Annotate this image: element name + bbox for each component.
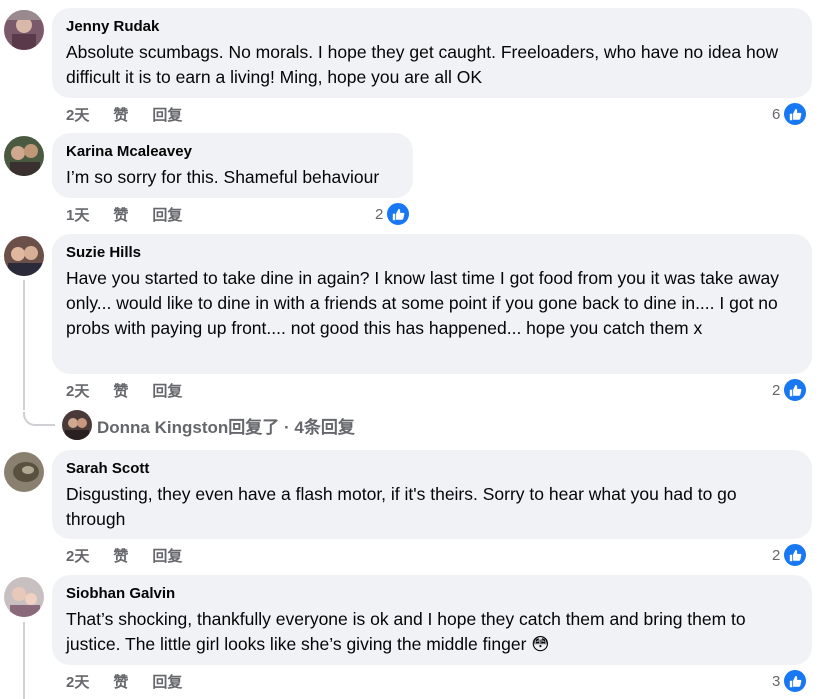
replies-summary-text: Donna Kingston回复了 · 4条回复	[97, 417, 355, 437]
comment-text: I’m so sorry for this. Shameful behaviou…	[66, 167, 380, 187]
thread-connector	[23, 412, 55, 426]
thread-line	[23, 280, 25, 410]
reaction-count[interactable]: 6	[772, 101, 809, 127]
commenter-name[interactable]: Karina Mcaleavey	[66, 143, 399, 161]
timestamp[interactable]: 2天	[66, 545, 89, 566]
reply-button[interactable]: 回复	[152, 380, 182, 401]
like-button[interactable]: 赞	[113, 380, 128, 401]
comment-actions: 2天 赞 回复	[66, 379, 206, 401]
comment-actions: 1天 赞 回复	[66, 203, 206, 225]
comment-text: Have you started to take dine in again? …	[66, 268, 780, 338]
comment-actions: 2天 赞 回复	[66, 544, 206, 566]
reply-button[interactable]: 回复	[152, 204, 182, 225]
comment-actions: 2天 赞 回复	[66, 670, 206, 692]
avatar-donna-kingston	[62, 410, 92, 440]
comment-text: Absolute scumbags. No morals. I hope the…	[66, 42, 779, 87]
thumbs-up-icon	[782, 377, 809, 403]
timestamp[interactable]: 2天	[66, 671, 89, 692]
avatar-siobhan-galvin[interactable]	[4, 577, 44, 617]
thumbs-up-icon	[385, 201, 412, 227]
reaction-count[interactable]: 2	[375, 201, 412, 227]
reaction-number: 2	[375, 205, 384, 223]
reaction-count[interactable]: 2	[772, 377, 809, 403]
comment-bubble: Suzie Hills Have you started to take din…	[52, 234, 812, 374]
timestamp[interactable]: 2天	[66, 104, 89, 125]
reaction-number: 2	[772, 546, 781, 564]
comment-bubble: Siobhan Galvin That’s shocking, thankful…	[52, 575, 812, 665]
timestamp[interactable]: 1天	[66, 204, 89, 225]
thread-line	[23, 622, 25, 699]
avatar-sarah-scott[interactable]	[4, 452, 44, 492]
thumbs-up-icon	[782, 101, 809, 127]
avatar-karina-mcaleavey[interactable]	[4, 136, 44, 176]
reply-button[interactable]: 回复	[152, 671, 182, 692]
reaction-number: 6	[772, 105, 781, 123]
commenter-name[interactable]: Jenny Rudak	[66, 18, 798, 36]
like-button[interactable]: 赞	[113, 671, 128, 692]
reply-button[interactable]: 回复	[152, 104, 182, 125]
thumbs-up-icon	[782, 668, 809, 694]
like-button[interactable]: 赞	[113, 545, 128, 566]
comment-bubble: Karina Mcaleavey I’m so sorry for this. …	[52, 133, 413, 198]
flushed-face-emoji: 😳	[531, 634, 550, 654]
commenter-name[interactable]: Suzie Hills	[66, 244, 798, 262]
timestamp[interactable]: 2天	[66, 380, 89, 401]
view-replies-link[interactable]: Donna Kingston回复了 · 4条回复	[62, 410, 355, 440]
comment-text: That’s shocking, thankfully everyone is …	[66, 607, 798, 657]
like-button[interactable]: 赞	[113, 104, 128, 125]
avatar-jenny-rudak[interactable]	[4, 10, 44, 50]
commenter-name[interactable]: Sarah Scott	[66, 460, 798, 478]
like-button[interactable]: 赞	[113, 204, 128, 225]
comment-text: Disgusting, they even have a flash motor…	[66, 484, 737, 529]
comment-text-body: That’s shocking, thankfully everyone is …	[66, 609, 746, 654]
reply-button[interactable]: 回复	[152, 545, 182, 566]
reaction-count[interactable]: 2	[772, 542, 809, 568]
thumbs-up-icon	[782, 542, 809, 568]
comment-bubble: Jenny Rudak Absolute scumbags. No morals…	[52, 8, 812, 98]
reaction-number: 2	[772, 381, 781, 399]
commenter-name[interactable]: Siobhan Galvin	[66, 585, 798, 603]
reaction-count[interactable]: 3	[772, 668, 809, 694]
avatar-suzie-hills[interactable]	[4, 236, 44, 276]
comment-actions: 2天 赞 回复	[66, 103, 206, 125]
comment-bubble: Sarah Scott Disgusting, they even have a…	[52, 450, 812, 539]
reaction-number: 3	[772, 672, 781, 690]
